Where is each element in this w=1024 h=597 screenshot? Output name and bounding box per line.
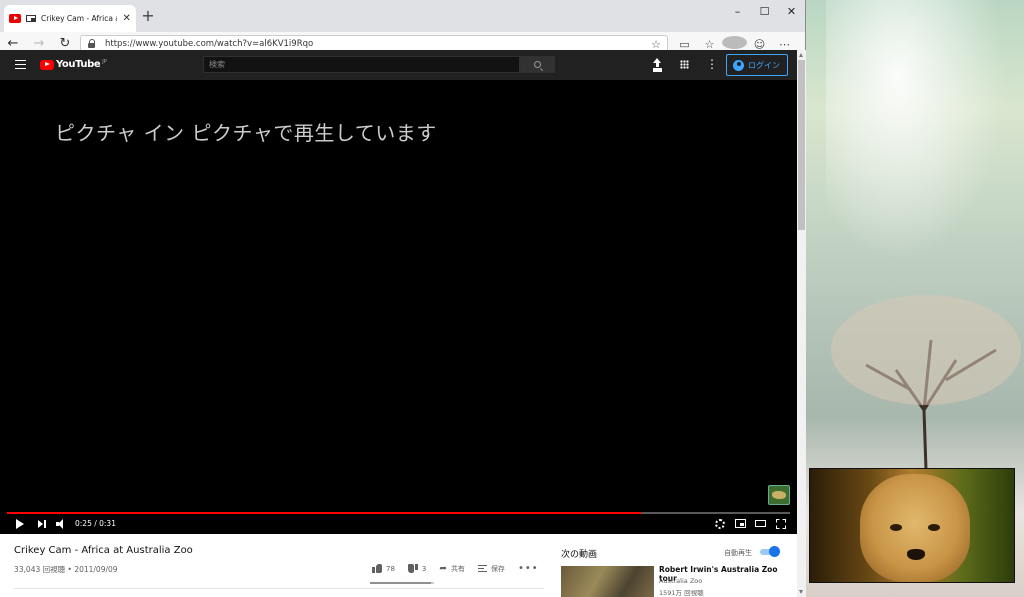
wallpaper-light-glow (826, 0, 1006, 260)
login-label: ログイン (748, 60, 780, 70)
playlist-add-icon (477, 565, 487, 572)
search-box[interactable] (203, 56, 520, 73)
scroll-down-arrow-icon[interactable] (799, 590, 803, 594)
dislike-count: 3 (421, 564, 427, 573)
share-label: 共有 (450, 564, 465, 573)
video-info-area: Crikey Cam - Africa at Australia Zoo 33,… (0, 534, 797, 597)
emoji-icon[interactable]: ☺ (747, 38, 772, 51)
youtube-play-logo-icon (40, 59, 54, 70)
australia-zoo-watermark-icon[interactable] (768, 485, 790, 505)
like-ratio-bar (370, 582, 434, 584)
back-button[interactable]: ← (0, 36, 26, 51)
picture-in-picture-window[interactable] (809, 468, 1015, 583)
cheetah-image (860, 474, 970, 582)
recommendation-views: 1591万 回視聴 (659, 589, 704, 597)
fullscreen-icon[interactable] (776, 519, 786, 529)
apps-grid-icon[interactable] (680, 60, 689, 69)
close-window-button[interactable]: ✕ (778, 0, 805, 22)
youtube-favicon-icon (9, 14, 21, 23)
lock-icon (87, 39, 97, 49)
like-count: 78 (386, 564, 395, 573)
thumbs-up-icon (372, 564, 382, 573)
youtube-region-label: JP (102, 58, 107, 65)
toggle-knob (769, 546, 780, 557)
scroll-thumb[interactable] (798, 60, 805, 230)
refresh-button[interactable]: ↻ (52, 36, 78, 51)
video-player[interactable]: ピクチャ イン ピクチャで再生しています 0:25 / 0:31 (0, 80, 797, 534)
login-button[interactable]: ログイン (726, 54, 788, 76)
youtube-logo-text: YouTube (56, 59, 101, 70)
recommendation-channel: Australia Zoo (659, 577, 703, 585)
forward-button[interactable]: → (26, 36, 52, 51)
search-icon (534, 61, 541, 68)
more-dots-icon: ••• (517, 563, 539, 574)
more-icon[interactable]: ⋯ (772, 38, 797, 51)
cheetah-eye-left (890, 524, 902, 531)
save-label: 保存 (490, 564, 505, 573)
thumbs-down-icon (407, 564, 418, 573)
video-actions: 78 3 ➦ 共有 保存 ••• (372, 563, 552, 574)
save-button[interactable]: 保存 (477, 564, 505, 574)
volume-icon[interactable] (56, 519, 68, 529)
cheetah-eye-right (928, 524, 940, 531)
miniplayer-icon[interactable] (735, 519, 746, 528)
video-title: Crikey Cam - Africa at Australia Zoo (14, 545, 193, 556)
settings-more-icon[interactable]: ⋮ (706, 58, 718, 70)
favorites-icon[interactable]: ☆ (697, 38, 722, 51)
like-ratio-fill (370, 582, 432, 584)
like-button[interactable]: 78 (372, 564, 395, 573)
avatar (722, 36, 747, 49)
new-tab-button[interactable]: + (140, 7, 156, 25)
autoplay-label: 自動再生 (724, 549, 752, 557)
menu-icon[interactable] (15, 60, 26, 69)
theater-mode-icon[interactable] (755, 520, 766, 527)
maximize-button[interactable]: ☐ (751, 0, 778, 22)
autoplay-toggle[interactable] (758, 546, 780, 557)
tab-close-icon[interactable]: ✕ (122, 13, 131, 24)
scroll-up-arrow-icon[interactable] (799, 53, 803, 57)
account-icon (733, 59, 744, 71)
cheetah-nose (907, 549, 925, 560)
search-button[interactable] (520, 56, 555, 73)
browser-window: Crikey Cam - Africa at Austra ✕ + – ☐ ✕ … (0, 0, 806, 597)
youtube-logo[interactable]: YouTube JP (40, 59, 107, 70)
up-next-heading: 次の動画 (561, 550, 598, 560)
wallpaper-tree (831, 295, 1021, 470)
picture-in-picture-indicator-icon (26, 15, 36, 22)
upload-icon[interactable] (652, 58, 663, 71)
more-actions-button[interactable]: ••• (518, 563, 539, 574)
next-icon[interactable] (38, 520, 46, 528)
share-icon: ➦ (439, 563, 447, 574)
time-display: 0:25 / 0:31 (75, 519, 116, 528)
player-controls: 0:25 / 0:31 (0, 514, 797, 534)
search-input[interactable] (209, 60, 519, 69)
youtube-header: YouTube JP ⋮ ログイン (0, 50, 797, 80)
browser-titlebar: Crikey Cam - Africa at Austra ✕ + – ☐ ✕ (0, 0, 805, 32)
share-button[interactable]: ➦ 共有 (439, 564, 465, 574)
reading-view-icon[interactable]: ▭ (672, 38, 697, 51)
settings-gear-icon[interactable] (715, 519, 725, 529)
divider (14, 588, 544, 589)
browser-tab-active[interactable]: Crikey Cam - Africa at Austra ✕ (4, 5, 136, 32)
favorite-star-icon[interactable]: ☆ (651, 38, 661, 51)
play-icon[interactable] (16, 519, 24, 529)
video-meta: 33,043 回視聴 • 2011/09/09 (14, 565, 118, 574)
page-scrollbar[interactable] (797, 50, 806, 597)
minimize-button[interactable]: – (724, 0, 751, 22)
tab-title: Crikey Cam - Africa at Austra (41, 14, 117, 23)
recommendation-thumbnail[interactable] (561, 566, 654, 597)
dislike-button[interactable]: 3 (407, 564, 427, 573)
window-controls: – ☐ ✕ (724, 0, 805, 22)
pip-playing-message: ピクチャ イン ピクチャで再生しています (55, 121, 437, 145)
address-url[interactable]: https://www.youtube.com/watch?v=al6KV1i9… (105, 39, 313, 49)
